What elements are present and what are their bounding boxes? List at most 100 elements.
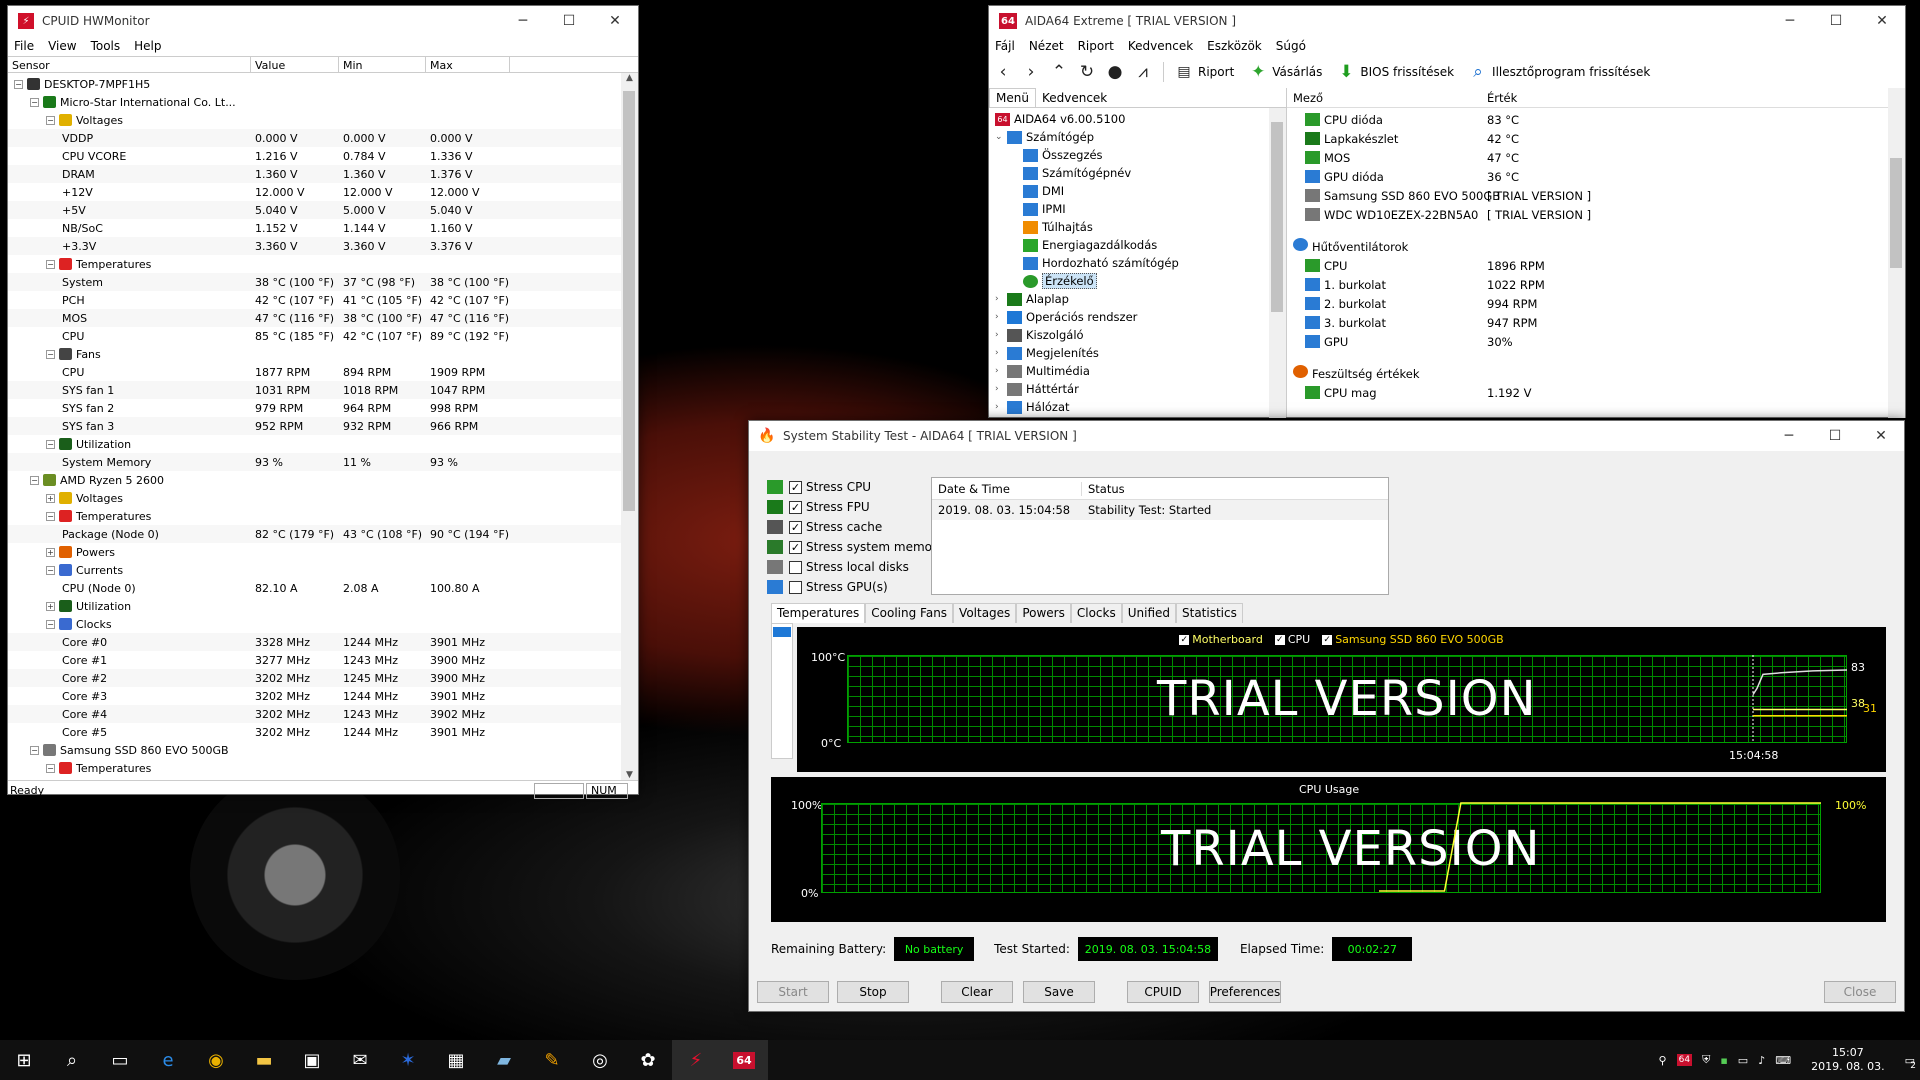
- col-status[interactable]: Status: [1082, 482, 1125, 496]
- buy-button[interactable]: ✦ Vásárlás: [1244, 61, 1322, 83]
- menu-tools[interactable]: Eszközök: [1201, 39, 1270, 53]
- cpuid-button[interactable]: CPUID: [1127, 981, 1199, 1003]
- collapse-icon[interactable]: −: [46, 439, 55, 449]
- menu-report[interactable]: Riport: [1072, 39, 1122, 53]
- task-view-icon[interactable]: ▭: [96, 1040, 144, 1080]
- sensor-row[interactable]: PCH 42 °C (107 °F) 41 °C (105 °F) 42 °C (10…: [8, 291, 638, 309]
- col-max[interactable]: Max: [426, 57, 510, 72]
- tab-cooling-fans[interactable]: Cooling Fans: [865, 603, 954, 623]
- edge-icon[interactable]: e: [144, 1040, 192, 1080]
- hwmonitor-titlebar[interactable]: ⚡ CPUID HWMonitor ─ ☐ ✕: [8, 6, 638, 36]
- scroll-down-icon[interactable]: ▼: [621, 770, 638, 780]
- nav-item-laptop[interactable]: Hordozható számítógép: [995, 254, 1286, 272]
- collapse-icon[interactable]: −: [46, 259, 55, 269]
- aida64-tray-icon[interactable]: 64: [1676, 1054, 1693, 1066]
- notification-icon[interactable]: ▭ 2: [1905, 1054, 1916, 1071]
- clear-button[interactable]: Clear: [941, 981, 1013, 1003]
- collapse-icon[interactable]: −: [30, 745, 39, 755]
- collapse-icon[interactable]: −: [46, 349, 55, 359]
- menu-file[interactable]: File: [8, 39, 42, 53]
- nav-item-computer-name[interactable]: Számítógépnév: [995, 164, 1286, 182]
- nav-item-motherboard[interactable]: › Alaplap: [995, 290, 1286, 308]
- vertical-scrollbar[interactable]: ▲ ▼: [621, 73, 638, 780]
- pinned-app-icon[interactable]: ✶: [384, 1040, 432, 1080]
- sensor-tree[interactable]: − DESKTOP-7MPF1H5− Micro-Star Internationa…: [8, 73, 638, 780]
- shield-icon[interactable]: ⛨: [1702, 1053, 1710, 1067]
- expand-icon[interactable]: ›: [995, 312, 1007, 322]
- tab-powers[interactable]: Powers: [1016, 603, 1071, 623]
- minimize-icon[interactable]: ─: [1767, 6, 1813, 36]
- aida64-titlebar[interactable]: 64 AIDA64 Extreme [ TRIAL VERSION ] ─ ☐ …: [989, 6, 1905, 36]
- sensor-row[interactable]: +12V 12.000 V 12.000 V 12.000 V: [8, 183, 638, 201]
- tab-temperatures[interactable]: Temperatures: [771, 603, 866, 623]
- stop-button[interactable]: Stop: [837, 981, 909, 1003]
- col-min[interactable]: Min: [339, 57, 426, 72]
- field-row[interactable]: 2. burkolat 994 RPM: [1287, 294, 1905, 313]
- sensor-group-row[interactable]: − Currents: [8, 561, 638, 579]
- maximize-icon[interactable]: ☐: [1813, 6, 1859, 36]
- tab-voltages[interactable]: Voltages: [953, 603, 1017, 623]
- sensor-row[interactable]: DRAM 1.360 V 1.360 V 1.376 V: [8, 165, 638, 183]
- collapse-icon[interactable]: −: [46, 619, 55, 629]
- col-datetime[interactable]: Date & Time: [932, 481, 1082, 496]
- search-icon[interactable]: ⌕: [48, 1040, 96, 1080]
- sensor-row[interactable]: SYS fan 1 1031 RPM 1018 RPM 1047 RPM: [8, 381, 638, 399]
- nav-item-dmi[interactable]: DMI: [995, 182, 1286, 200]
- collapse-icon[interactable]: −: [30, 475, 39, 485]
- sensor-group-row[interactable]: − Clocks: [8, 615, 638, 633]
- stress-option[interactable]: ✓ Stress cache: [767, 517, 944, 537]
- sensor-group-row[interactable]: + Utilization: [8, 597, 638, 615]
- start-icon[interactable]: ⊞: [0, 1040, 48, 1080]
- col-field[interactable]: Mező: [1287, 91, 1487, 105]
- save-button[interactable]: Save: [1023, 981, 1095, 1003]
- sensor-group-row[interactable]: − Temperatures: [8, 255, 638, 273]
- tab-clocks[interactable]: Clocks: [1070, 603, 1122, 623]
- start-button[interactable]: Start: [757, 981, 829, 1003]
- sensor-group-row[interactable]: − AMD Ryzen 5 2600: [8, 471, 638, 489]
- keyboard-icon[interactable]: ⌨: [1775, 1054, 1791, 1067]
- nav-item-windows[interactable]: › Operációs rendszer: [995, 308, 1286, 326]
- field-row[interactable]: CPU dióda 83 °C: [1287, 110, 1905, 129]
- settings-app-icon[interactable]: ✿: [624, 1040, 672, 1080]
- scroll-thumb[interactable]: [1890, 158, 1902, 268]
- people-icon[interactable]: ⚲: [1659, 1054, 1667, 1067]
- checkbox[interactable]: ✓: [789, 540, 802, 554]
- close-button[interactable]: Close: [1824, 981, 1896, 1003]
- driver-update-button[interactable]: ⌕ Illesztőprogram frissítések: [1464, 61, 1650, 83]
- tab-statistics[interactable]: Statistics: [1176, 603, 1243, 623]
- sensor-row[interactable]: CPU VCORE 1.216 V 0.784 V 1.336 V: [8, 147, 638, 165]
- close-icon[interactable]: ✕: [1858, 421, 1904, 451]
- sensor-row[interactable]: System Memory 93 % 11 % 93 %: [8, 453, 638, 471]
- scroll-up-icon[interactable]: ▲: [621, 73, 638, 83]
- col-value[interactable]: Érték: [1487, 91, 1517, 105]
- field-row[interactable]: MOS 47 °C: [1287, 148, 1905, 167]
- checkbox[interactable]: [789, 580, 802, 594]
- nav-item-multimedia[interactable]: › Multimédia: [995, 362, 1286, 380]
- checkbox[interactable]: ✓: [789, 500, 802, 514]
- network-icon[interactable]: ▭: [1738, 1054, 1748, 1067]
- sensor-group-row[interactable]: − Temperatures: [8, 759, 638, 777]
- tab-unified[interactable]: Unified: [1121, 603, 1176, 623]
- aida64-taskbar-icon[interactable]: 64: [720, 1040, 768, 1080]
- scroll-thumb[interactable]: [623, 91, 635, 511]
- forward-icon[interactable]: ›: [1020, 61, 1042, 83]
- sensor-row[interactable]: Core #0 3328 MHz 1244 MHz 3901 MHz: [8, 633, 638, 651]
- col-value[interactable]: Value: [251, 57, 339, 72]
- sensor-row[interactable]: Core #3 3202 MHz 1244 MHz 3901 MHz: [8, 687, 638, 705]
- stress-option[interactable]: Stress GPU(s): [767, 577, 944, 597]
- field-row[interactable]: Samsung SSD 860 EVO 500GB[ TRIAL VERSION…: [1287, 186, 1905, 205]
- volume-icon[interactable]: ♪: [1758, 1054, 1765, 1067]
- nav-item-ipmi[interactable]: IPMI: [995, 200, 1286, 218]
- file-explorer-icon[interactable]: ▬: [240, 1040, 288, 1080]
- nav-item-display[interactable]: › Megjelenítés: [995, 344, 1286, 362]
- sensor-group-row[interactable]: − Fans: [8, 345, 638, 363]
- nav-scrollbar[interactable]: [1269, 108, 1286, 418]
- menu-file[interactable]: Fájl: [989, 39, 1023, 53]
- expand-icon[interactable]: +: [46, 547, 55, 557]
- sensor-row[interactable]: CPU 1877 RPM 894 RPM 1909 RPM: [8, 363, 638, 381]
- expand-icon[interactable]: ›: [995, 384, 1007, 394]
- col-sensor[interactable]: Sensor: [8, 57, 251, 72]
- tab-menu[interactable]: Menü: [989, 88, 1036, 107]
- tool-icon[interactable]: ✎: [528, 1040, 576, 1080]
- collapse-icon[interactable]: −: [46, 511, 55, 521]
